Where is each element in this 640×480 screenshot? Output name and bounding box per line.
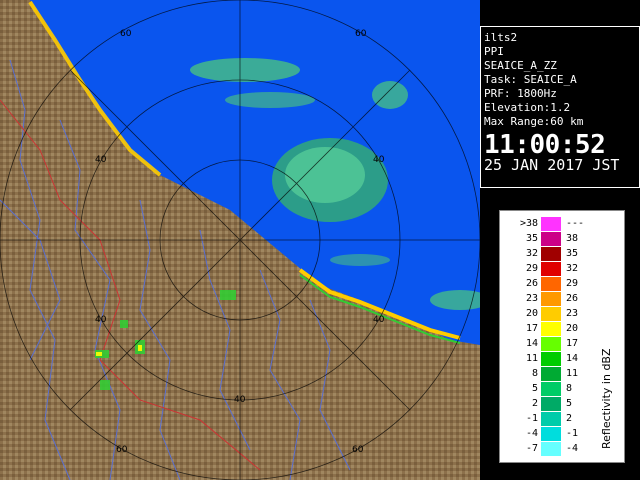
legend-row: >38 --- [508, 217, 598, 231]
legend-upper-bound: 29 [566, 278, 579, 289]
legend-lower-bound: 35 [525, 233, 538, 244]
legend-row: -7 -4 [508, 442, 598, 456]
legend-row: 23 26 [508, 292, 598, 306]
legend-lower-bound: >38 [519, 218, 538, 229]
legend-color-swatch [541, 307, 561, 321]
legend-lower-bound: -1 [525, 413, 538, 424]
legend-row: 35 38 [508, 232, 598, 246]
legend-lower-bound: 5 [531, 383, 538, 394]
reflectivity-legend: >38 --- 35 38 32 35 29 32 26 29 23 26 20 23 17 20 14 17 11… [499, 210, 625, 463]
radar-ppi-map: 60 60 40 40 40 40 40 60 60 [0, 0, 480, 480]
range-label-40-sw: 40 [95, 315, 107, 325]
legend-lower-bound: 11 [525, 353, 538, 364]
legend-upper-bound: 20 [566, 323, 579, 334]
legend-color-swatch [541, 442, 561, 456]
range-label-60-se: 60 [352, 445, 364, 455]
legend-color-swatch [541, 397, 561, 411]
legend-lower-bound: -7 [525, 443, 538, 454]
task-name: Task: SEAICE_A [484, 73, 577, 86]
range-label-40-s: 40 [234, 395, 246, 405]
legend-row: 17 20 [508, 322, 598, 336]
legend-row: 32 35 [508, 247, 598, 261]
radar-name: ilts2 [484, 31, 518, 44]
legend-upper-bound: 32 [566, 263, 579, 274]
legend-row: 25 [508, 397, 598, 411]
legend-upper-bound: 17 [566, 338, 579, 349]
legend-upper-bound: 26 [566, 293, 579, 304]
legend-lower-bound: -4 [525, 428, 538, 439]
scan-type: PPI [484, 45, 504, 58]
scan-date: 25 JAN 2017 JST [484, 156, 620, 174]
legend-color-swatch [541, 292, 561, 306]
legend-lower-bound: 29 [525, 263, 538, 274]
legend-upper-bound: 23 [566, 308, 579, 319]
range-label-40-se: 40 [373, 315, 385, 325]
range-label-60: 60 [120, 29, 132, 39]
range-label-40-nw: 40 [95, 155, 107, 165]
legend-color-swatch [541, 277, 561, 291]
legend-upper-bound: 38 [566, 233, 579, 244]
legend-upper-bound: --- [566, 218, 585, 229]
legend-upper-bound: 8 [566, 383, 573, 394]
legend-row: 14 17 [508, 337, 598, 351]
legend-lower-bound: 23 [525, 293, 538, 304]
scan-time: 11:00:52 [484, 130, 606, 160]
legend-upper-bound: 14 [566, 353, 579, 364]
legend-upper-bound: -1 [566, 428, 579, 439]
legend-upper-bound: -4 [566, 443, 579, 454]
legend-lower-bound: 32 [525, 248, 538, 259]
legend-row: 11 14 [508, 352, 598, 366]
legend-color-swatch [541, 352, 561, 366]
legend-lower-bound: 14 [525, 338, 538, 349]
legend-color-swatch [541, 367, 561, 381]
legend-color-swatch [541, 217, 561, 231]
legend-color-swatch [541, 412, 561, 426]
legend-upper-bound: 35 [566, 248, 579, 259]
range-label-60-ne: 60 [355, 29, 367, 39]
legend-lower-bound: 17 [525, 323, 538, 334]
elevation-value: Elevation:1.2 [484, 101, 571, 114]
legend-lower-bound: 20 [525, 308, 538, 319]
range-label-60-sw: 60 [116, 445, 128, 455]
prf-value: PRF: 1800Hz [484, 87, 557, 100]
legend-color-swatch [541, 232, 561, 246]
legend-color-swatch [541, 262, 561, 276]
legend-row: -1 2 [508, 412, 598, 426]
max-range-value: Max Range:60 km [484, 115, 584, 128]
legend-upper-bound: 11 [566, 368, 579, 379]
echo-cluster-north [190, 58, 300, 82]
range-rings [0, 0, 480, 480]
legend-color-swatch [541, 337, 561, 351]
legend-row: 58 [508, 382, 598, 396]
legend-lower-bound: 8 [531, 368, 538, 379]
legend-row: 29 32 [508, 262, 598, 276]
legend-row: 8 11 [508, 367, 598, 381]
product-name: SEAICE_A_ZZ [484, 59, 557, 72]
legend-color-swatch [541, 427, 561, 441]
legend-color-swatch [541, 247, 561, 261]
legend-row: -4 -1 [508, 427, 598, 441]
legend-lower-bound: 26 [525, 278, 538, 289]
legend-row: 20 23 [508, 307, 598, 321]
legend-title: Reflectivity in dBZ [600, 348, 613, 449]
land-area-east [380, 350, 480, 480]
scan-info-panel: ilts2 PPI SEAICE_A_ZZ Task: SEAICE_A PRF… [480, 26, 640, 188]
legend-upper-bound: 2 [566, 413, 573, 424]
legend-row: 26 29 [508, 277, 598, 291]
legend-color-swatch [541, 322, 561, 336]
range-label-40-ne: 40 [373, 155, 385, 165]
legend-upper-bound: 5 [566, 398, 573, 409]
legend-color-swatch [541, 382, 561, 396]
legend-lower-bound: 2 [531, 398, 538, 409]
